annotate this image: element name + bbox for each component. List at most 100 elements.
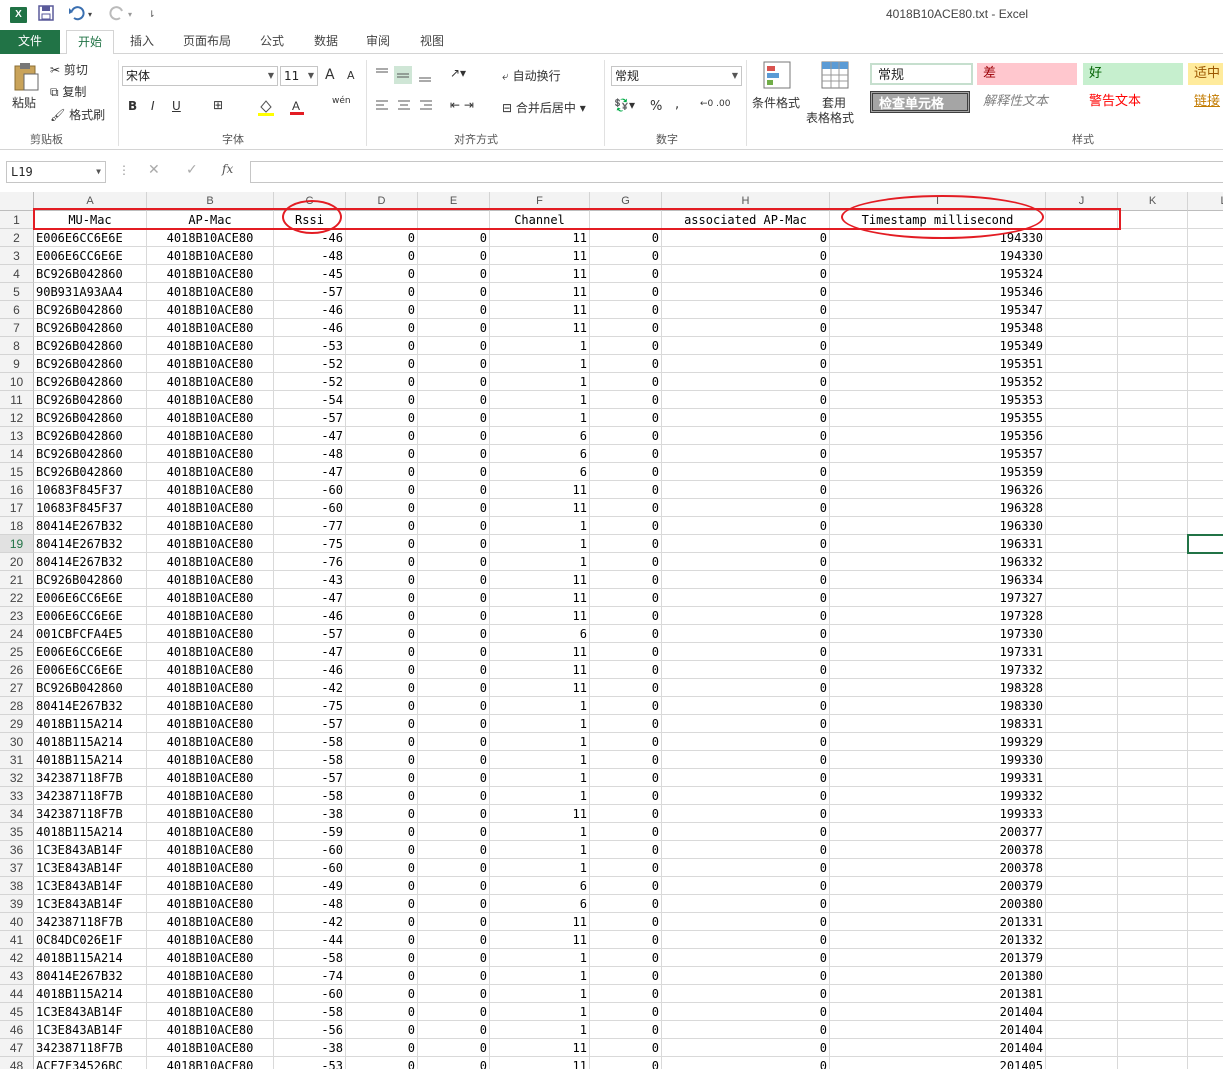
cell[interactable]: 0 (346, 535, 418, 553)
cell[interactable]: 4018B10ACE80 (147, 679, 274, 697)
cell[interactable]: 4018B10ACE80 (147, 373, 274, 391)
cell[interactable]: 11 (490, 229, 590, 247)
cell[interactable] (1188, 679, 1223, 697)
cell[interactable] (1188, 1039, 1223, 1057)
cell[interactable]: 196328 (830, 499, 1046, 517)
row-header[interactable]: 13 (0, 427, 34, 445)
cell[interactable] (1188, 733, 1223, 751)
cell[interactable] (1118, 931, 1188, 949)
cell[interactable]: 0 (346, 517, 418, 535)
cell[interactable] (1118, 679, 1188, 697)
font-color-icon[interactable]: A (289, 98, 305, 119)
cell[interactable]: 0 (590, 877, 662, 895)
cell[interactable]: 0 (590, 697, 662, 715)
cell[interactable]: 0 (590, 517, 662, 535)
tab-insert[interactable]: 插入 (120, 30, 164, 54)
chevron-down-icon[interactable]: ▼ (96, 162, 101, 182)
cell[interactable] (1046, 1021, 1118, 1039)
cell[interactable]: -38 (274, 805, 346, 823)
cell[interactable]: 0 (346, 409, 418, 427)
cell[interactable]: 195357 (830, 445, 1046, 463)
cell[interactable]: -74 (274, 967, 346, 985)
cell[interactable]: 342387118F7B (34, 787, 147, 805)
cell[interactable]: 0 (418, 931, 490, 949)
cell[interactable]: 199331 (830, 769, 1046, 787)
cell[interactable] (1046, 877, 1118, 895)
cell[interactable]: 0 (662, 463, 830, 481)
cell[interactable]: 200379 (830, 877, 1046, 895)
cell[interactable]: 194330 (830, 229, 1046, 247)
row-header[interactable]: 5 (0, 283, 34, 301)
cell[interactable]: 201404 (830, 1039, 1046, 1057)
row-header[interactable]: 25 (0, 643, 34, 661)
cell[interactable]: 0 (418, 301, 490, 319)
align-left-icon[interactable] (374, 98, 436, 117)
row-header[interactable]: 30 (0, 733, 34, 751)
cell[interactable] (1046, 715, 1118, 733)
cell[interactable]: 0 (590, 967, 662, 985)
bold-button[interactable]: B (128, 99, 137, 113)
cell[interactable]: 0 (346, 895, 418, 913)
cell[interactable]: 0 (346, 553, 418, 571)
cell[interactable] (1188, 535, 1223, 553)
cell[interactable]: -52 (274, 355, 346, 373)
cell[interactable]: 200380 (830, 895, 1046, 913)
cell[interactable]: 0 (346, 229, 418, 247)
header-cell[interactable]: associated AP-Mac (662, 211, 830, 229)
row-header[interactable]: 10 (0, 373, 34, 391)
cell[interactable]: 198331 (830, 715, 1046, 733)
cell[interactable]: 196330 (830, 517, 1046, 535)
header-cell[interactable] (346, 211, 418, 229)
cell[interactable]: 0 (346, 1021, 418, 1039)
percent-button[interactable]: % (650, 99, 662, 114)
fill-color-icon[interactable] (257, 98, 275, 119)
cell[interactable] (1118, 949, 1188, 967)
cell[interactable]: 201404 (830, 1003, 1046, 1021)
cell[interactable] (1046, 769, 1118, 787)
cell[interactable]: 0 (590, 571, 662, 589)
cell[interactable]: 4018B10ACE80 (147, 949, 274, 967)
cell[interactable]: 0 (590, 265, 662, 283)
cell[interactable] (1118, 499, 1188, 517)
cell[interactable]: 4018B10ACE80 (147, 445, 274, 463)
cell[interactable] (1046, 859, 1118, 877)
cell[interactable]: -38 (274, 1039, 346, 1057)
cell[interactable]: 4018B115A214 (34, 949, 147, 967)
cell[interactable]: 4018B10ACE80 (147, 481, 274, 499)
row-header[interactable]: 17 (0, 499, 34, 517)
cell[interactable]: 4018B10ACE80 (147, 625, 274, 643)
cell[interactable] (1118, 787, 1188, 805)
cell[interactable] (1188, 985, 1223, 1003)
cell[interactable]: 0 (662, 391, 830, 409)
header-cell[interactable] (1118, 211, 1188, 229)
cell[interactable]: 4018B115A214 (34, 985, 147, 1003)
column-header-F[interactable]: F (490, 192, 590, 211)
confirm-icon[interactable]: ✓ (186, 162, 198, 178)
cell[interactable]: 0 (418, 985, 490, 1003)
cell[interactable]: 001CBFCFA4E5 (34, 625, 147, 643)
cell[interactable] (1046, 427, 1118, 445)
underline-button[interactable]: U (172, 99, 181, 113)
cell[interactable]: 201379 (830, 949, 1046, 967)
cell[interactable]: 1C3E843AB14F (34, 895, 147, 913)
cell[interactable]: 1 (490, 337, 590, 355)
cell[interactable]: -56 (274, 1021, 346, 1039)
grow-font-button[interactable]: A (325, 67, 335, 83)
cell[interactable]: 0 (418, 733, 490, 751)
cell[interactable]: 0 (346, 481, 418, 499)
cell[interactable]: 0 (662, 571, 830, 589)
number-format-select[interactable]: 常规 ▼ (611, 66, 742, 86)
row-header[interactable]: 19 (0, 535, 34, 553)
cell[interactable]: 0 (662, 1003, 830, 1021)
row-header[interactable]: 42 (0, 949, 34, 967)
cell[interactable] (1188, 229, 1223, 247)
cell[interactable]: 199332 (830, 787, 1046, 805)
cell[interactable]: 4018B10ACE80 (147, 337, 274, 355)
cell[interactable]: 4018B10ACE80 (147, 319, 274, 337)
cell[interactable] (1118, 409, 1188, 427)
cell[interactable]: 80414E267B32 (34, 517, 147, 535)
row-header[interactable]: 21 (0, 571, 34, 589)
style-good[interactable]: 好 (1083, 63, 1183, 85)
cell[interactable]: 11 (490, 481, 590, 499)
cell[interactable]: 0 (418, 283, 490, 301)
